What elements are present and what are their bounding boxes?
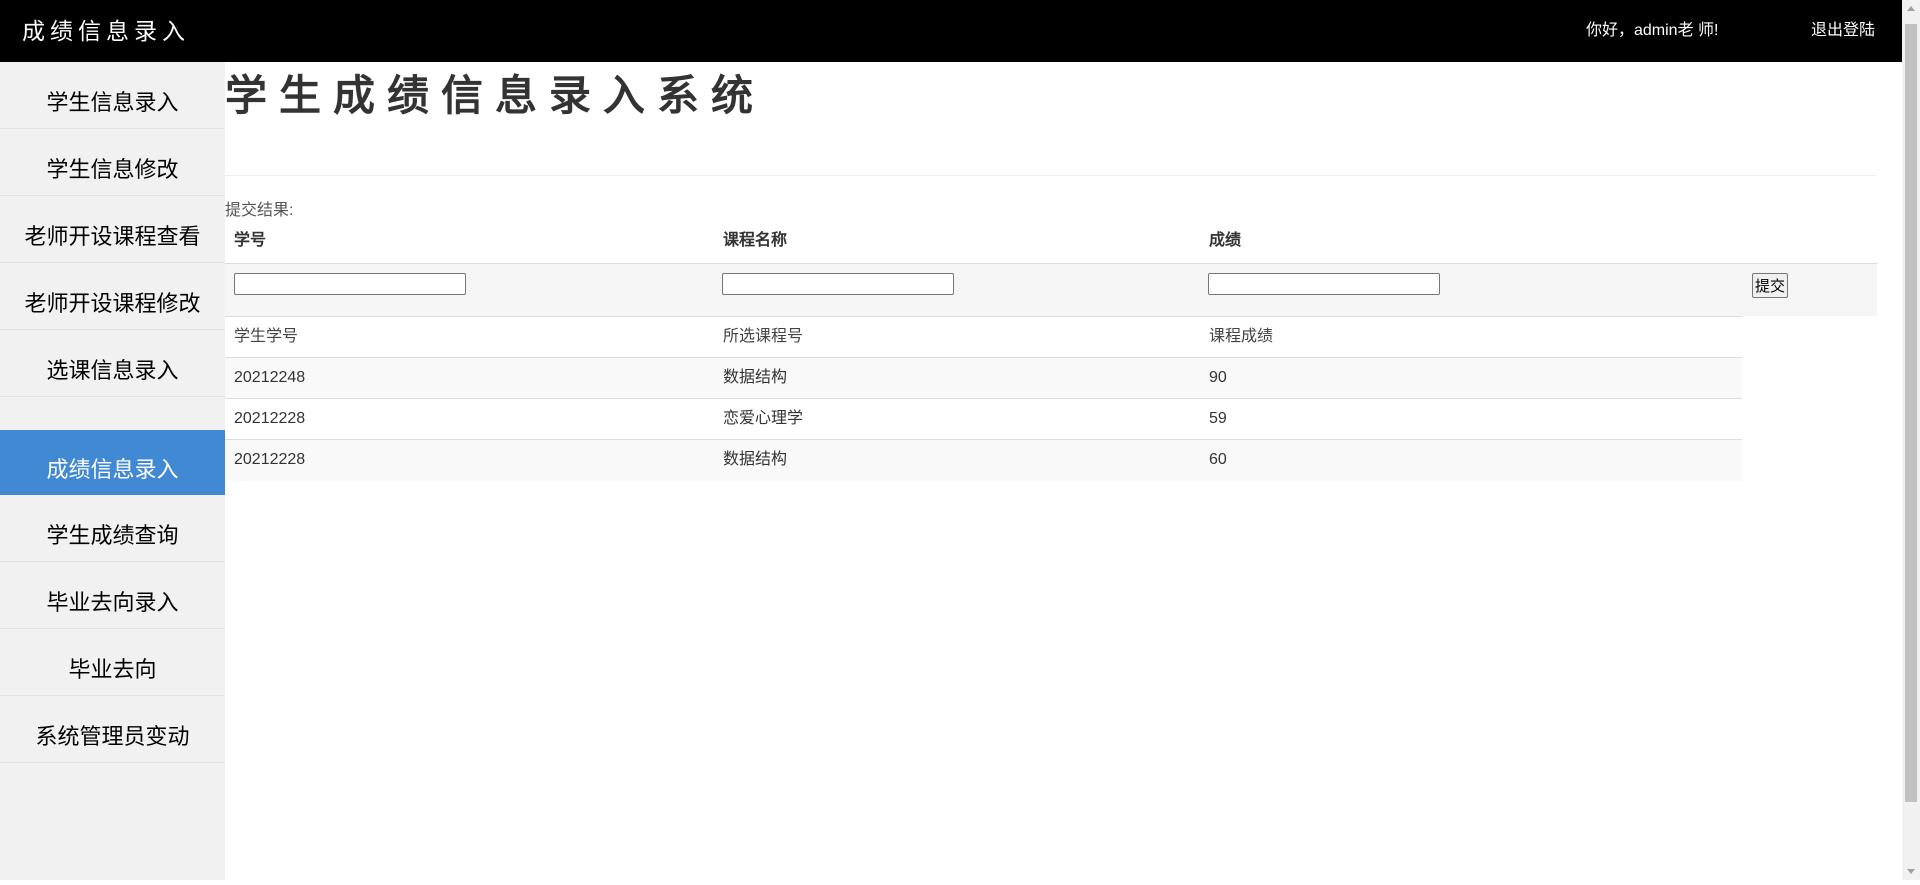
column-header-student-id: 学号 (234, 232, 267, 249)
table-row: 20212228 数据结构 60 (225, 440, 1742, 481)
sidebar-item-graduation[interactable]: 毕业去向 (0, 629, 225, 696)
sidebar-item-teacher-courses-edit[interactable]: 老师开设课程修改 (0, 263, 225, 330)
table-row: 20212248 数据结构 90 (225, 358, 1742, 399)
course-cell: 数据结构 (723, 451, 788, 468)
top-nav-bar: 成绩信息录入 你好，admin老 师! 退出登陆 (0, 0, 1902, 62)
sidebar-item-graduation-entry[interactable]: 毕业去向录入 (0, 562, 225, 629)
score-cell: 60 (1209, 451, 1227, 468)
form-input-row: 提交 (225, 264, 1877, 316)
scroll-down-arrow-icon[interactable] (1902, 862, 1920, 880)
column-header-selected-course: 所选课程号 (723, 328, 804, 345)
score-cell: 59 (1209, 410, 1227, 427)
scrollbar-thumb[interactable] (1905, 24, 1917, 802)
form-header-row: 学号 课程名称 成绩 (225, 224, 1877, 264)
sidebar-item-course-selection-entry[interactable]: 选课信息录入 (0, 330, 225, 397)
logout-link[interactable]: 退出登陆 (1811, 0, 1875, 62)
sidebar-item-teacher-courses-view[interactable]: 老师开设课程查看 (0, 196, 225, 263)
app-title[interactable]: 成绩信息录入 (22, 0, 190, 62)
column-header-student-number: 学生学号 (234, 328, 299, 345)
course-name-input[interactable] (722, 273, 954, 295)
score-input[interactable] (1208, 273, 1440, 295)
sidebar-item-student-info-entry[interactable]: 学生信息录入 (0, 62, 225, 129)
results-header-row: 学生学号 所选课程号 课程成绩 (225, 317, 1742, 358)
scroll-up-arrow-icon[interactable] (1902, 0, 1920, 18)
student-id-cell: 20212228 (234, 451, 306, 468)
column-header-score: 成绩 (1209, 232, 1242, 249)
student-id-input[interactable] (234, 273, 466, 295)
grade-entry-form: 学号 课程名称 成绩 提交 (225, 224, 1877, 316)
sidebar-nav: 学生信息录入 学生信息修改 老师开设课程查看 老师开设课程修改 选课信息录入 成… (0, 62, 225, 880)
table-row: 20212228 恋爱心理学 59 (225, 399, 1742, 440)
score-cell: 90 (1209, 369, 1227, 386)
submit-result-label: 提交结果: (225, 202, 294, 219)
sidebar-item-grade-query[interactable]: 学生成绩查询 (0, 495, 225, 562)
vertical-scrollbar[interactable] (1902, 0, 1920, 880)
sidebar-item-grade-entry[interactable]: 成绩信息录入 (0, 430, 225, 495)
course-cell: 恋爱心理学 (723, 410, 804, 427)
submit-button[interactable]: 提交 (1752, 273, 1788, 298)
sidebar-item-student-info-edit[interactable]: 学生信息修改 (0, 129, 225, 196)
student-id-cell: 20212228 (234, 410, 306, 427)
course-cell: 数据结构 (723, 369, 788, 386)
user-greeting: 你好，admin老 师! (1586, 22, 1719, 39)
results-table: 学生学号 所选课程号 课程成绩 20212248 数据结构 90 2021222… (225, 316, 1742, 481)
column-header-course-score: 课程成绩 (1209, 328, 1274, 345)
sidebar-item-admin-change[interactable]: 系统管理员变动 (0, 696, 225, 763)
heading-divider (225, 175, 1877, 176)
student-id-cell: 20212248 (234, 369, 306, 386)
page-title: 学生成绩信息录入系统 (225, 72, 766, 119)
column-header-course-name: 课程名称 (723, 232, 788, 249)
